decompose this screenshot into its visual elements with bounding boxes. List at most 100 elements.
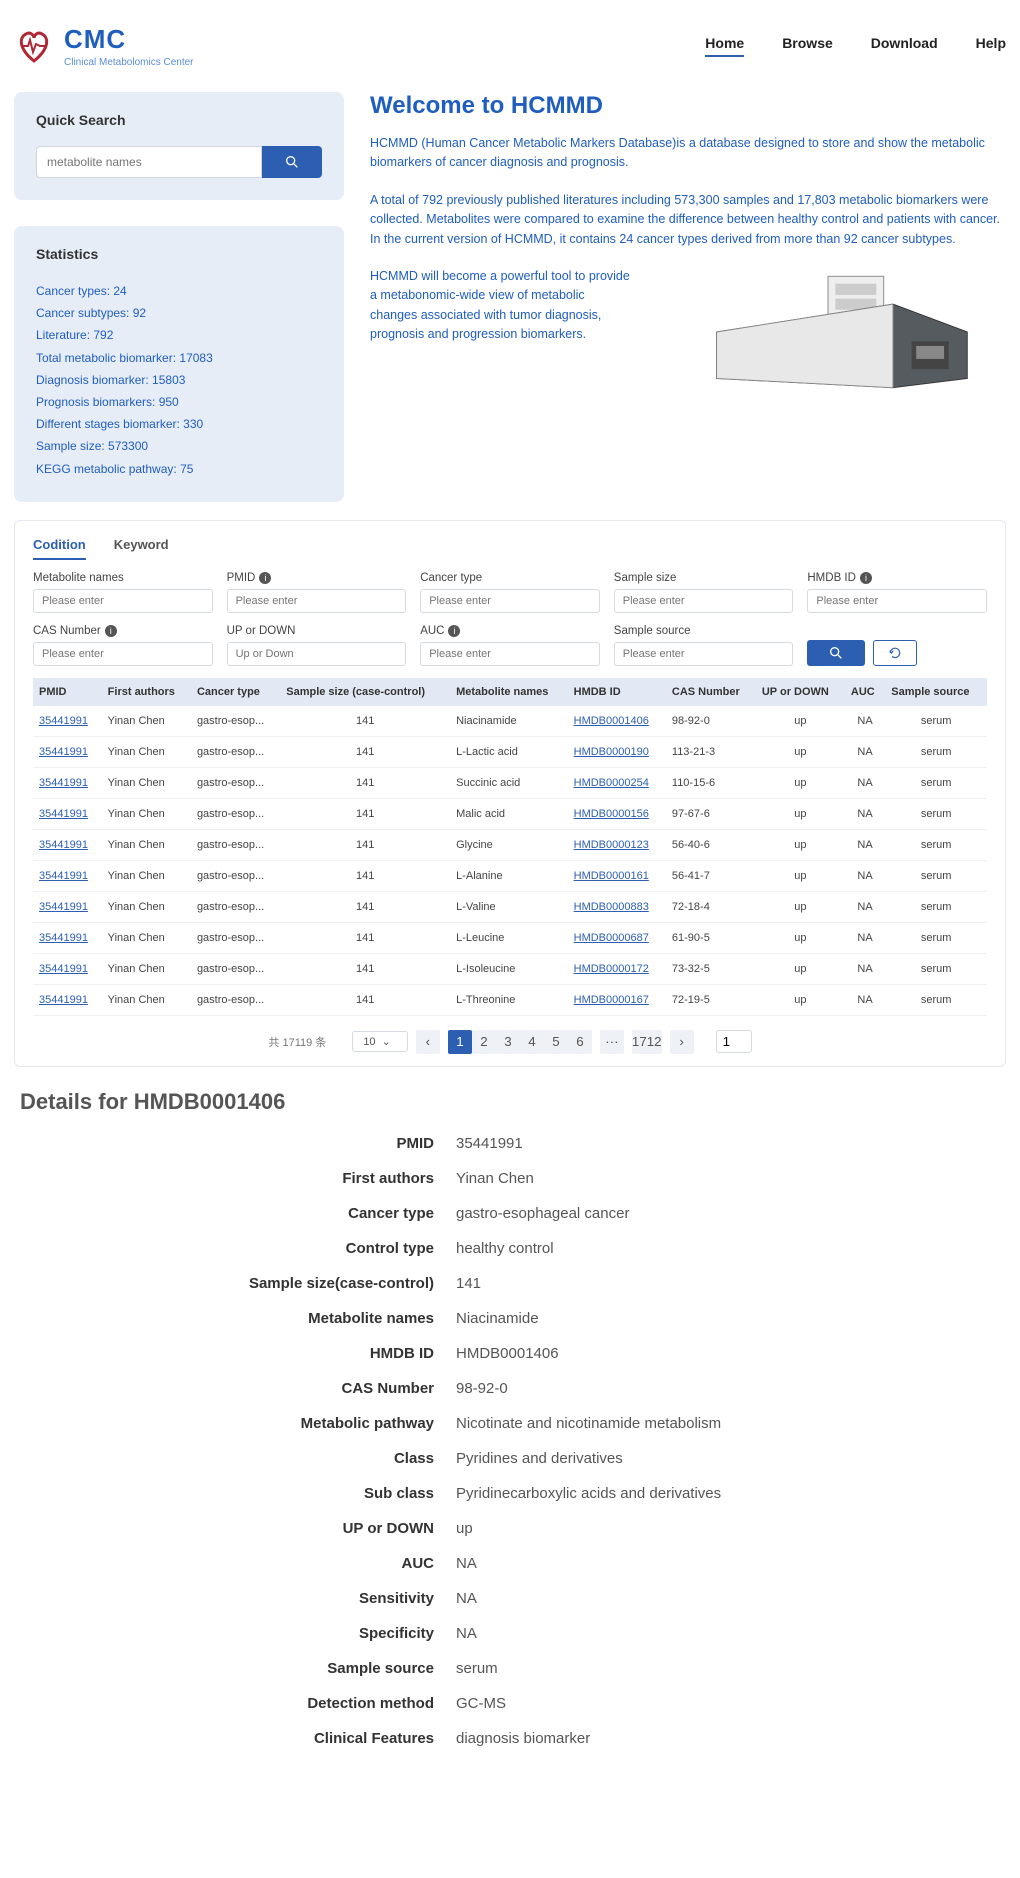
filter-input[interactable] bbox=[614, 642, 794, 666]
detail-label: Cancer type bbox=[14, 1205, 434, 1222]
hmdb-link[interactable]: HMDB0000161 bbox=[574, 870, 649, 882]
filter-input[interactable] bbox=[420, 642, 600, 666]
detail-value: 141 bbox=[456, 1275, 1006, 1292]
filter-input[interactable] bbox=[33, 589, 213, 613]
col-header[interactable]: PMID bbox=[33, 678, 102, 706]
page-goto-input[interactable] bbox=[716, 1030, 752, 1053]
pmid-link[interactable]: 35441991 bbox=[39, 994, 88, 1006]
detail-label: Class bbox=[14, 1450, 434, 1467]
pmid-link[interactable]: 35441991 bbox=[39, 963, 88, 975]
filter-sample-size: Sample size bbox=[614, 572, 794, 613]
filter-input[interactable] bbox=[420, 589, 600, 613]
nav-download[interactable]: Download bbox=[871, 35, 938, 57]
logo[interactable]: CMC Clinical Metabolomics Center bbox=[14, 24, 194, 68]
col-header[interactable]: HMDB ID bbox=[568, 678, 666, 706]
page-last[interactable]: 1712 bbox=[632, 1030, 662, 1054]
pmid-link[interactable]: 35441991 bbox=[39, 777, 88, 789]
pmid-link[interactable]: 35441991 bbox=[39, 808, 88, 820]
tab-keyword[interactable]: Keyword bbox=[114, 537, 169, 560]
col-header[interactable]: AUC bbox=[845, 678, 885, 706]
col-header[interactable]: UP or DOWN bbox=[756, 678, 845, 706]
stat-item: Diagnosis biomarker: 15803 bbox=[36, 369, 322, 391]
quick-search-input[interactable] bbox=[36, 146, 262, 178]
details-title: Details for HMDB0001406 bbox=[20, 1089, 1006, 1115]
page-3[interactable]: 3 bbox=[496, 1030, 520, 1054]
page-5[interactable]: 5 bbox=[544, 1030, 568, 1054]
detail-label: Control type bbox=[14, 1240, 434, 1257]
nav-help[interactable]: Help bbox=[976, 35, 1006, 57]
detail-value: gastro-esophageal cancer bbox=[456, 1205, 1006, 1222]
detail-value: 35441991 bbox=[456, 1135, 1006, 1152]
hmdb-link[interactable]: HMDB0000156 bbox=[574, 808, 649, 820]
detail-value: Niacinamide bbox=[456, 1310, 1006, 1327]
detail-label: Clinical Features bbox=[14, 1730, 434, 1747]
info-icon[interactable]: i bbox=[448, 625, 460, 637]
col-header[interactable]: First authors bbox=[102, 678, 191, 706]
page-prev[interactable]: ‹ bbox=[416, 1030, 440, 1054]
filter-input[interactable] bbox=[227, 642, 407, 666]
col-header[interactable]: Sample size (case-control) bbox=[280, 678, 450, 706]
filter-input[interactable] bbox=[807, 589, 987, 613]
filter-cas-number: CAS Numberi bbox=[33, 625, 213, 666]
col-header[interactable]: CAS Number bbox=[666, 678, 756, 706]
stat-item: Prognosis biomarkers: 950 bbox=[36, 391, 322, 413]
filter-hmdb-id: HMDB IDi bbox=[807, 572, 987, 613]
page-1[interactable]: 1 bbox=[448, 1030, 472, 1054]
filter-cancer-type: Cancer type bbox=[420, 572, 600, 613]
results-table: PMIDFirst authorsCancer typeSample size … bbox=[33, 678, 987, 1016]
hmdb-link[interactable]: HMDB0000190 bbox=[574, 746, 649, 758]
pagination-total: 共 17119 条 bbox=[268, 1034, 326, 1050]
details-grid: PMID35441991First authorsYinan ChenCance… bbox=[14, 1135, 1006, 1747]
col-header[interactable]: Metabolite names bbox=[450, 678, 568, 706]
detail-value: NA bbox=[456, 1625, 1006, 1642]
page-2[interactable]: 2 bbox=[472, 1030, 496, 1054]
statistics-title: Statistics bbox=[36, 246, 322, 262]
pmid-link[interactable]: 35441991 bbox=[39, 839, 88, 851]
page-6[interactable]: 6 bbox=[568, 1030, 592, 1054]
detail-label: Metabolic pathway bbox=[14, 1415, 434, 1432]
filter-reset-button[interactable] bbox=[873, 640, 917, 666]
pmid-link[interactable]: 35441991 bbox=[39, 870, 88, 882]
info-icon[interactable]: i bbox=[860, 572, 872, 584]
pmid-link[interactable]: 35441991 bbox=[39, 746, 88, 758]
tab-codition[interactable]: Codition bbox=[33, 537, 86, 560]
filter-input[interactable] bbox=[33, 642, 213, 666]
filter-search-button[interactable] bbox=[807, 640, 865, 666]
info-icon[interactable]: i bbox=[259, 572, 271, 584]
table-row: 35441991Yinan Chengastro-esop...141L-Thr… bbox=[33, 984, 987, 1015]
filter-input[interactable] bbox=[614, 589, 794, 613]
detail-value: NA bbox=[456, 1555, 1006, 1572]
hmdb-link[interactable]: HMDB0000172 bbox=[574, 963, 649, 975]
page-size-select[interactable]: 10 ⌄ bbox=[352, 1031, 408, 1052]
detail-value: healthy control bbox=[456, 1240, 1006, 1257]
filter-pmid: PMIDi bbox=[227, 572, 407, 613]
hmdb-link[interactable]: HMDB0000883 bbox=[574, 901, 649, 913]
reset-icon bbox=[888, 646, 902, 660]
detail-label: Sample size(case-control) bbox=[14, 1275, 434, 1292]
pmid-link[interactable]: 35441991 bbox=[39, 932, 88, 944]
stat-item: Cancer subtypes: 92 bbox=[36, 302, 322, 324]
info-icon[interactable]: i bbox=[105, 625, 117, 637]
quick-search-button[interactable] bbox=[262, 146, 322, 178]
page-next[interactable]: › bbox=[670, 1030, 694, 1054]
table-row: 35441991Yinan Chengastro-esop...141L-Val… bbox=[33, 891, 987, 922]
stat-item: Total metabolic biomarker: 17083 bbox=[36, 347, 322, 369]
welcome-title: Welcome to HCMMD bbox=[370, 92, 1006, 120]
hmdb-link[interactable]: HMDB0000254 bbox=[574, 777, 649, 789]
hmdb-link[interactable]: HMDB0000167 bbox=[574, 994, 649, 1006]
filter-input[interactable] bbox=[227, 589, 407, 613]
col-header[interactable]: Cancer type bbox=[191, 678, 280, 706]
nav-browse[interactable]: Browse bbox=[782, 35, 833, 57]
pmid-link[interactable]: 35441991 bbox=[39, 715, 88, 727]
pmid-link[interactable]: 35441991 bbox=[39, 901, 88, 913]
page-4[interactable]: 4 bbox=[520, 1030, 544, 1054]
detail-label: HMDB ID bbox=[14, 1345, 434, 1362]
hmdb-link[interactable]: HMDB0000687 bbox=[574, 932, 649, 944]
stat-item: KEGG metabolic pathway: 75 bbox=[36, 458, 322, 480]
hmdb-link[interactable]: HMDB0000123 bbox=[574, 839, 649, 851]
table-row: 35441991Yinan Chengastro-esop...141L-Ala… bbox=[33, 860, 987, 891]
nav-home[interactable]: Home bbox=[705, 35, 744, 57]
hmdb-link[interactable]: HMDB0001406 bbox=[574, 715, 649, 727]
col-header[interactable]: Sample source bbox=[885, 678, 987, 706]
tabs: Codition Keyword bbox=[33, 537, 987, 560]
